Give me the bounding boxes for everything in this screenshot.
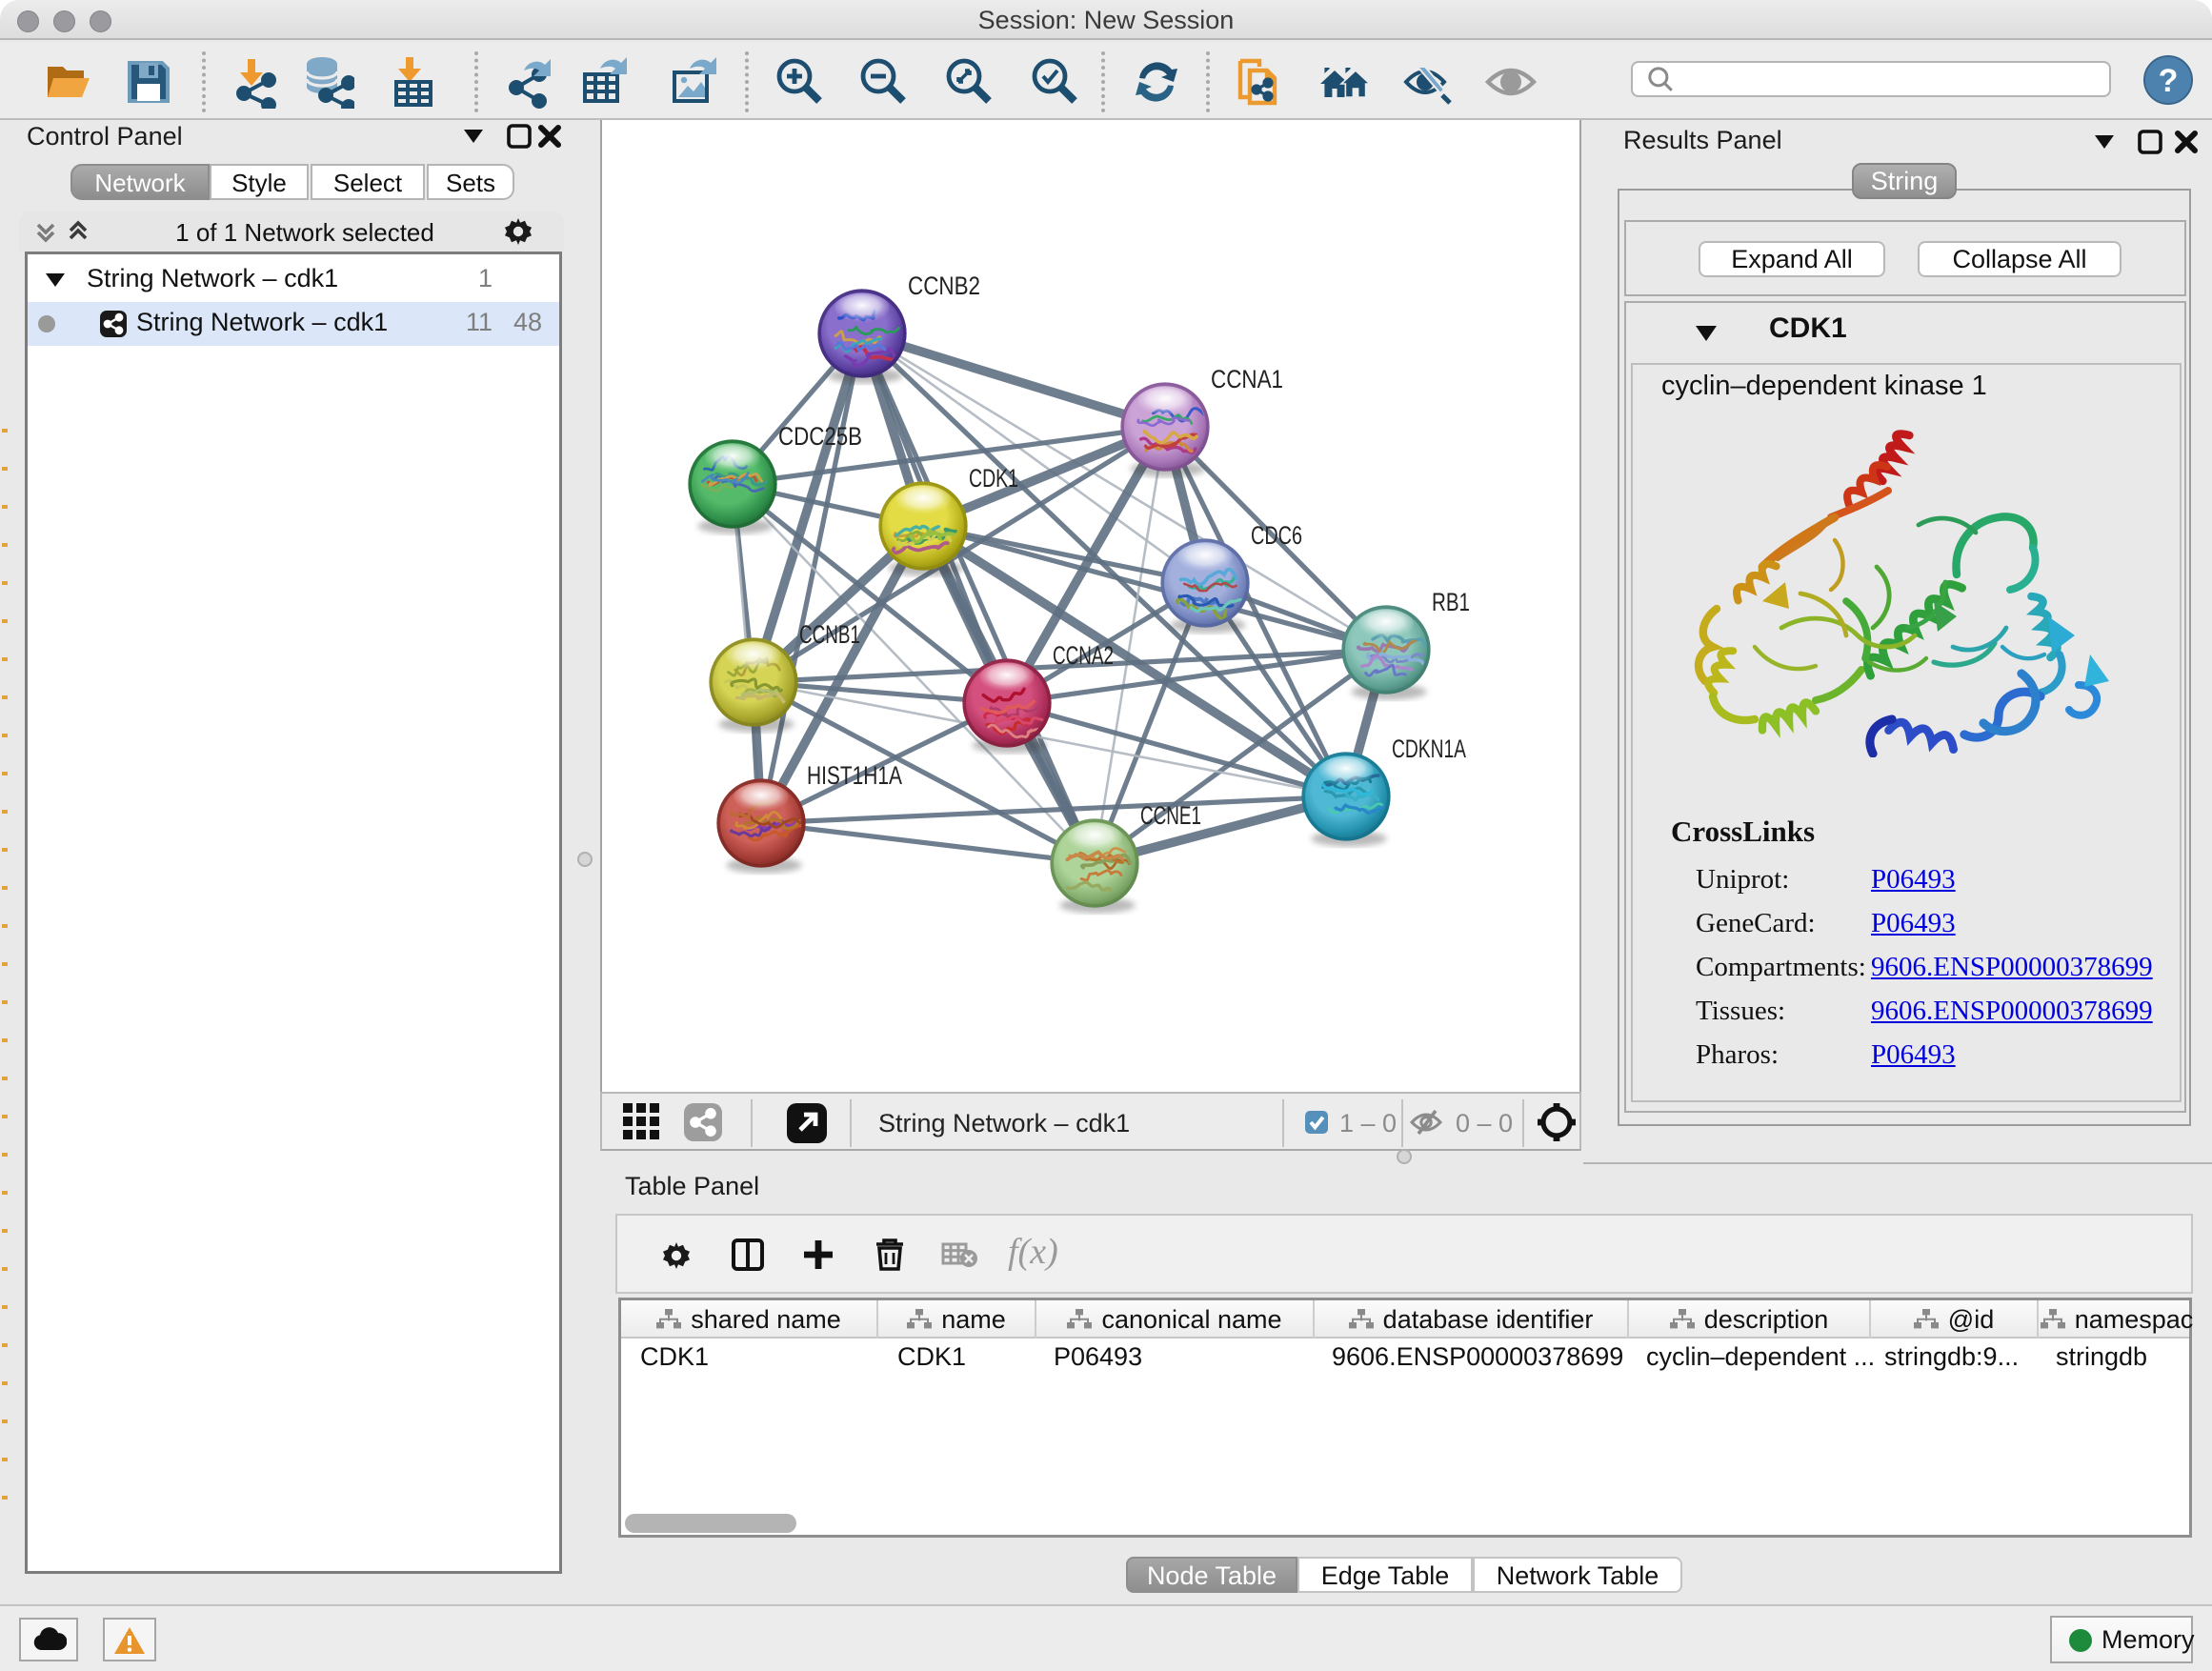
svg-text:CCNA2: CCNA2 — [1053, 641, 1114, 670]
svg-text:CCNB2: CCNB2 — [908, 272, 980, 300]
svg-text:HIST1H1A: HIST1H1A — [807, 761, 902, 790]
svg-text:CCNA1: CCNA1 — [1211, 365, 1283, 393]
svg-text:CCNE1: CCNE1 — [1140, 801, 1201, 830]
svg-text:CDC25B: CDC25B — [778, 422, 862, 451]
svg-text:RB1: RB1 — [1432, 588, 1470, 616]
svg-text:CDK1: CDK1 — [969, 464, 1018, 493]
svg-text:CDKN1A: CDKN1A — [1392, 735, 1466, 763]
svg-text:CDC6: CDC6 — [1251, 521, 1302, 550]
svg-text:CCNB1: CCNB1 — [799, 620, 860, 649]
svg-text:?: ? — [2159, 63, 2179, 99]
